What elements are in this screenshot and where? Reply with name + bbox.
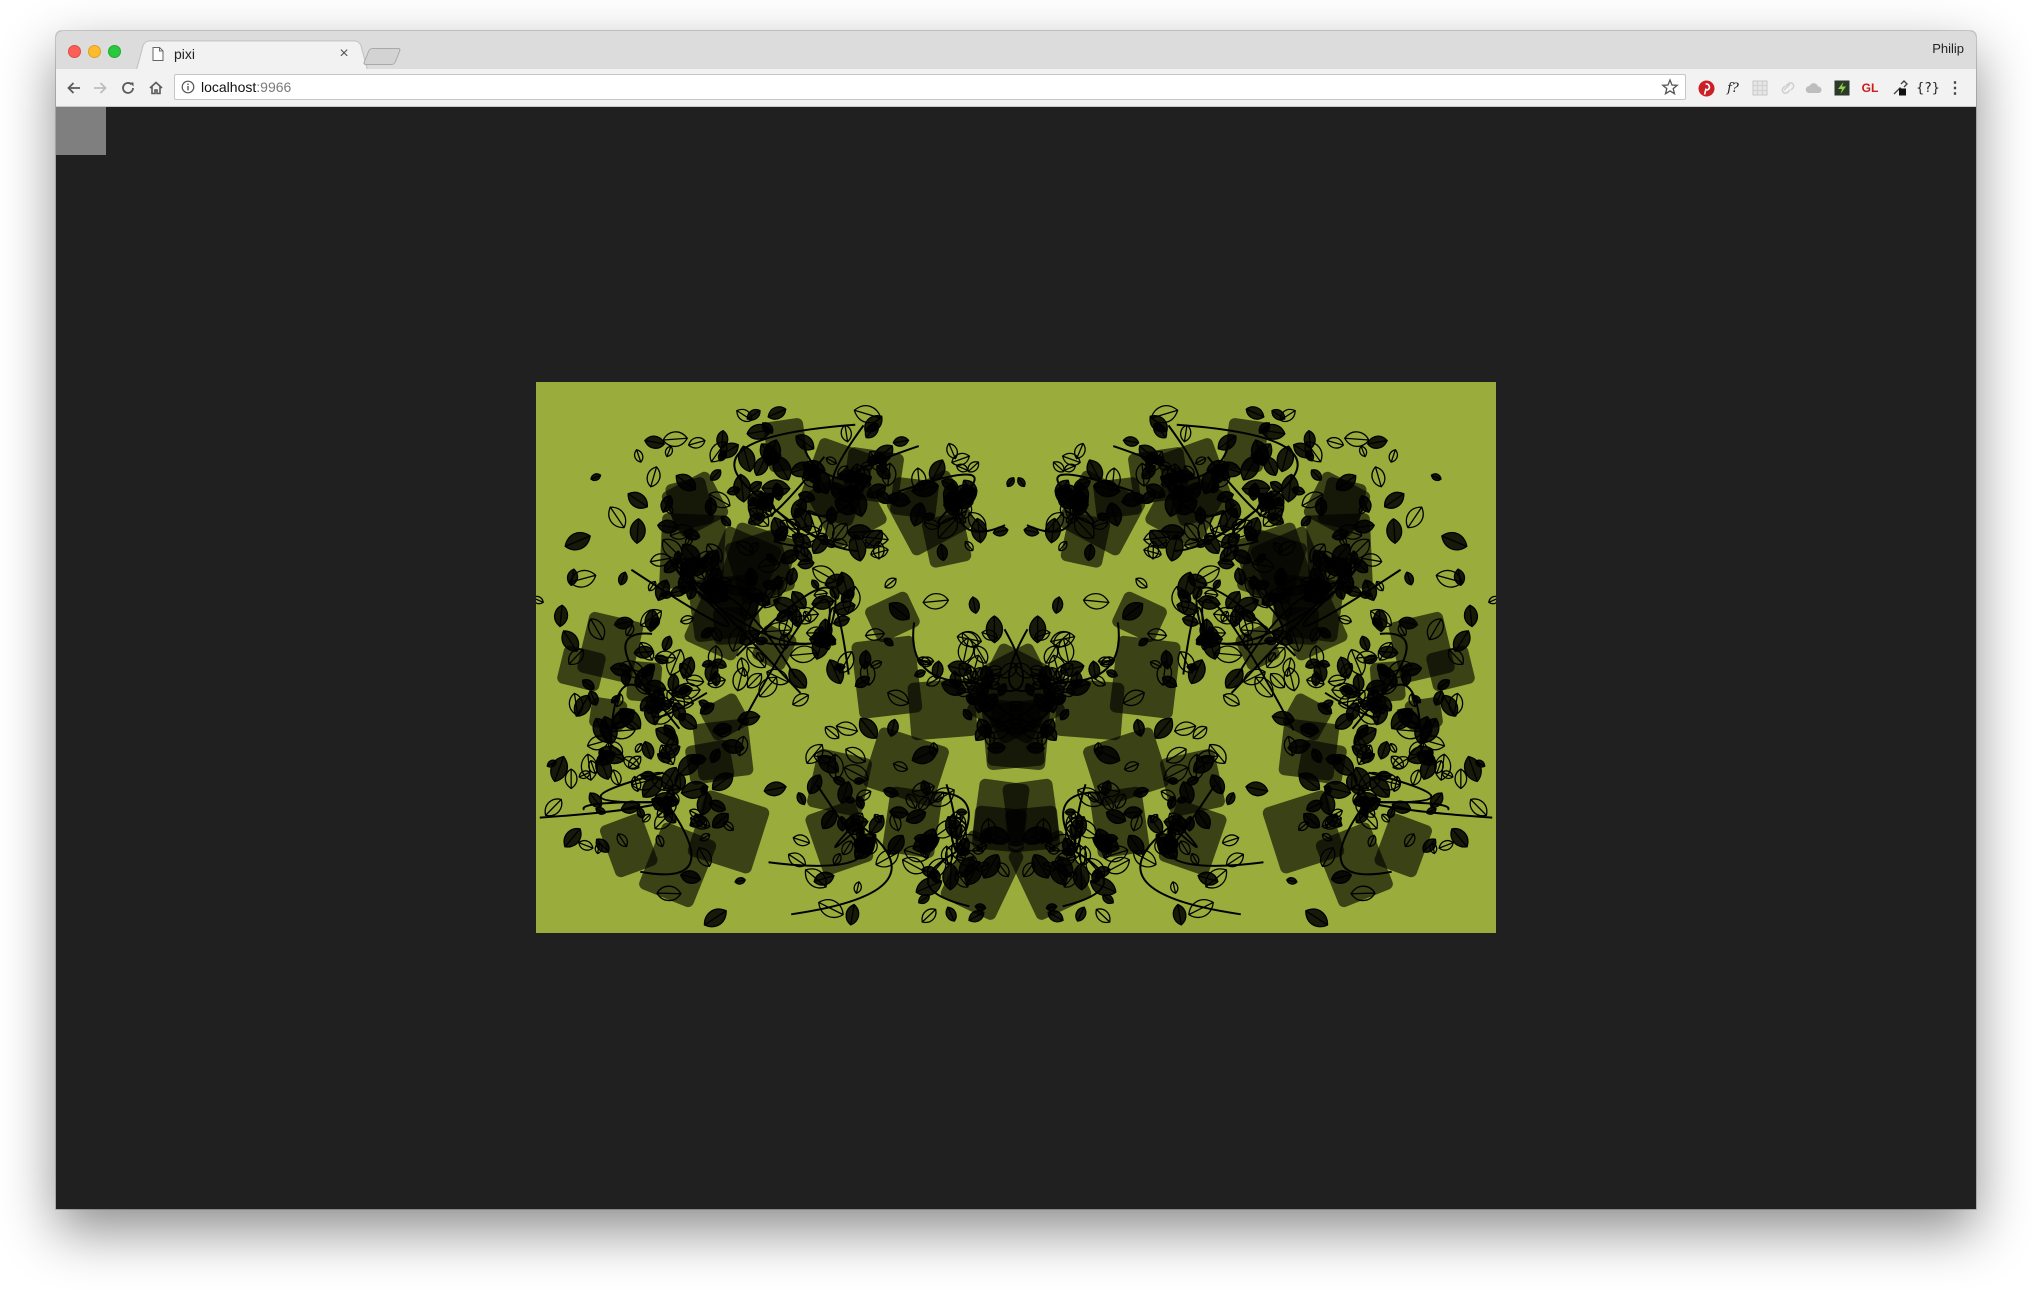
- tab-pixi[interactable]: pixi ×: [144, 40, 358, 68]
- forward-button[interactable]: [90, 78, 110, 98]
- back-button[interactable]: [64, 78, 84, 98]
- tab-title: pixi: [174, 46, 196, 62]
- reload-icon: [122, 82, 134, 94]
- pinterest-icon[interactable]: [1696, 78, 1716, 98]
- pixi-canvas[interactable]: [536, 382, 1496, 933]
- reload-button[interactable]: [118, 78, 138, 98]
- eyedropper-extension-icon[interactable]: [1890, 78, 1910, 98]
- arrow-right-icon: [94, 82, 107, 94]
- tab-close-icon[interactable]: ×: [334, 45, 354, 63]
- profile-name[interactable]: Philip: [1932, 41, 1964, 56]
- grid-extension-icon[interactable]: [1750, 78, 1770, 98]
- ivy-mirror-pattern: [536, 405, 1496, 928]
- pattern-left-half: [536, 405, 1065, 928]
- url-port: :9966: [256, 79, 292, 95]
- browser-window: pixi × Philip localhost:9966 f? GL {?} …: [56, 31, 1976, 1209]
- link-extension-icon[interactable]: [1778, 78, 1798, 98]
- document-icon: [152, 47, 164, 61]
- url-host: localhost: [201, 79, 257, 95]
- pattern-right-half: [967, 405, 1496, 928]
- browser-toolbar: localhost:9966 f? GL {?} ⋮: [56, 69, 1976, 107]
- window-minimize-button[interactable]: [88, 45, 101, 58]
- browser-menu-icon[interactable]: ⋮: [1947, 78, 1963, 98]
- home-button[interactable]: [146, 78, 166, 98]
- tab-strip: pixi × Philip: [56, 31, 1976, 70]
- cloud-extension-icon[interactable]: [1804, 78, 1824, 98]
- info-icon[interactable]: [181, 80, 195, 94]
- address-bar[interactable]: localhost:9966: [174, 74, 1686, 100]
- braces-extension-icon[interactable]: {?}: [1916, 78, 1940, 98]
- arrow-left-icon: [67, 82, 80, 94]
- home-icon: [149, 81, 163, 95]
- webgl-extension-icon[interactable]: GL: [1858, 78, 1882, 98]
- debug-corner-box: [56, 107, 106, 155]
- whatfont-icon[interactable]: f?: [1722, 78, 1744, 98]
- page-viewport: [56, 107, 1976, 1209]
- window-maximize-button[interactable]: [108, 45, 121, 58]
- new-tab-button[interactable]: [362, 48, 402, 65]
- bookmark-star-icon[interactable]: [1661, 78, 1679, 96]
- window-close-button[interactable]: [68, 45, 81, 58]
- lightning-extension-icon[interactable]: [1832, 78, 1852, 98]
